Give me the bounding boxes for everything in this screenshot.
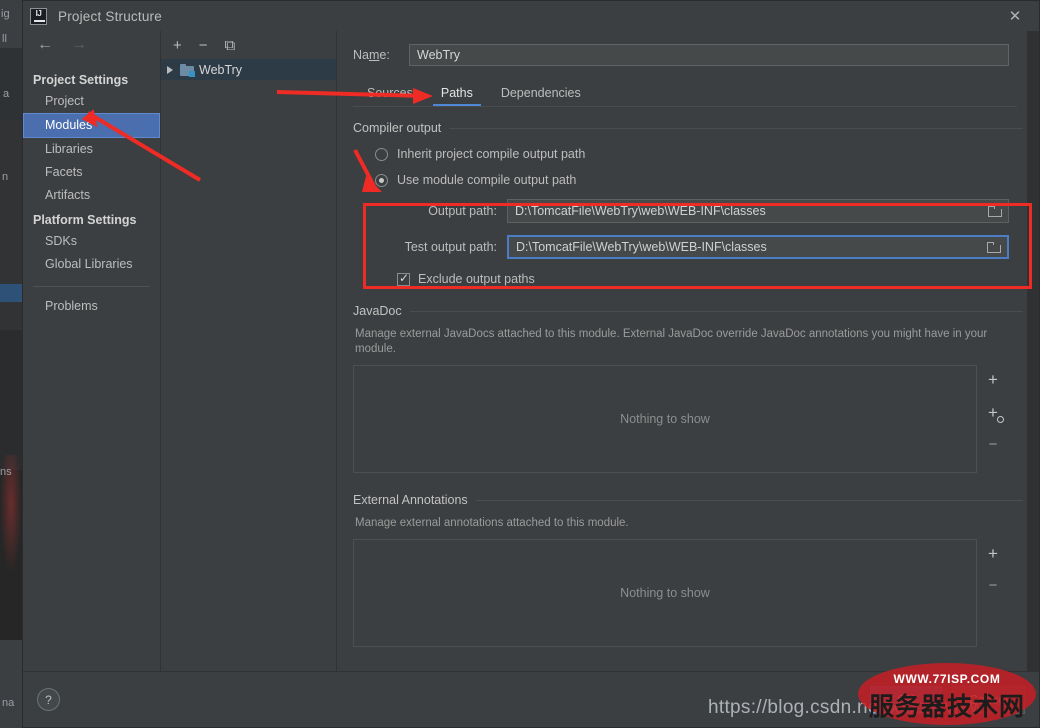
section-divider [476,500,1023,501]
output-path-field[interactable]: D:\TomcatFile\WebTry\web\WEB-INF\classes [507,199,1009,223]
external-annotations-add-button[interactable]: + [988,545,998,562]
ok-button[interactable]: OK [870,686,942,714]
background-fragment: ns [0,466,12,478]
sidebar-item-project[interactable]: Project [23,90,160,113]
javadoc-add-from-web-button[interactable]: + [988,404,998,421]
sidebar-item-facets[interactable]: Facets [23,161,160,184]
sidebar-item-libraries[interactable]: Libraries [23,138,160,161]
output-path-row: Output path: D:\TomcatFile\WebTry\web\WE… [353,199,1023,223]
javadoc-add-button[interactable]: + [988,371,998,388]
radio-button-icon[interactable] [375,174,388,187]
module-tree-toolbar: + − ⧉ [161,31,336,59]
compiler-output-title: Compiler output [353,121,441,135]
javadoc-list[interactable]: Nothing to show [353,365,977,473]
module-tree-pane: + − ⧉ WebTry [161,31,337,671]
background-fragment: n [2,171,8,183]
module-name-label: Name: [353,48,409,62]
background-fragment: ll [2,33,7,45]
javadoc-section: JavaDoc Manage external JavaDocs attache… [353,304,1023,473]
section-divider [410,311,1023,312]
module-tree-node-label: WebTry [199,63,242,77]
output-path-label: Output path: [353,204,507,218]
external-annotations-list-buttons: + − [977,539,1009,647]
exclude-output-paths-label: Exclude output paths [418,272,535,286]
background-fragment: a [3,88,9,100]
output-path-value: D:\TomcatFile\WebTry\web\WEB-INF\classes [508,204,982,218]
sidebar-item-problems[interactable]: Problems [23,295,160,318]
sidebar-group-project-settings: Project Settings [23,67,160,90]
module-tree-node-webtry[interactable]: WebTry [161,59,336,80]
external-annotations-remove-button[interactable]: − [989,578,998,593]
sidebar-item-modules[interactable]: Modules [23,113,160,138]
tab-paths[interactable]: Paths [427,82,487,107]
add-module-icon[interactable]: + [173,38,182,53]
sidebar-item-sdks[interactable]: SDKs [23,230,160,253]
checkbox-icon[interactable] [397,273,410,286]
radio-inherit-label: Inherit project compile output path [397,147,585,161]
radio-use-module-output[interactable]: Use module compile output path [375,173,1023,187]
compiler-output-section: Compiler output Inherit project compile … [353,121,1023,286]
sidebar-item-global-libraries[interactable]: Global Libraries [23,253,160,276]
javadoc-list-buttons: + + − [977,365,1009,473]
globe-icon [997,416,1004,423]
cancel-button[interactable]: Cancel [952,686,1025,714]
background-fragment: ig [1,8,10,20]
forward-arrow-icon[interactable]: → [71,37,87,53]
external-annotations-section: External Annotations Manage external ann… [353,493,1023,647]
copy-module-icon[interactable]: ⧉ [225,38,236,53]
dialog-footer: ? OK Cancel [23,671,1039,727]
settings-sidebar: ← → Project Settings Project Modules Lib… [23,31,161,671]
help-button[interactable]: ? [37,688,60,711]
folder-icon [988,206,1002,217]
javadoc-empty-text: Nothing to show [620,412,710,426]
sidebar-item-artifacts[interactable]: Artifacts [23,184,160,207]
nav-history-toolbar: ← → [23,31,160,59]
external-annotations-title: External Annotations [353,493,468,507]
output-path-browse-button[interactable] [982,200,1008,222]
test-output-path-row: Test output path: D:\TomcatFile\WebTry\w… [353,235,1023,259]
intellij-idea-icon: IJ [30,8,47,25]
module-tabs: Sources Paths Dependencies [353,82,1031,107]
sidebar-divider [33,286,150,287]
radio-use-module-label: Use module compile output path [397,173,576,187]
external-annotations-description: Manage external annotations attached to … [355,516,1023,531]
content-scrollbar[interactable] [1027,31,1039,671]
background-fragment: na [2,697,14,709]
radio-inherit-project-output[interactable]: Inherit project compile output path [375,147,1023,161]
close-icon[interactable]: ✕ [1003,5,1027,27]
remove-module-icon[interactable]: − [199,38,208,53]
tabs-baseline [353,106,1017,107]
background-selection [0,284,22,302]
module-folder-icon [180,64,194,76]
test-output-path-browse-button[interactable] [981,237,1007,257]
module-settings-panel: Name: WebTry Sources Paths Dependencies … [337,31,1039,671]
dialog-titlebar: IJ Project Structure ✕ [23,1,1039,31]
project-structure-dialog: IJ Project Structure ✕ ← → Project Setti… [22,0,1040,728]
folder-icon [987,242,1001,253]
javadoc-description: Manage external JavaDocs attached to thi… [355,327,1023,357]
module-tree: WebTry [161,59,336,671]
javadoc-title: JavaDoc [353,304,402,318]
dialog-title: Project Structure [58,9,162,24]
tab-dependencies[interactable]: Dependencies [487,82,595,107]
radio-button-icon[interactable] [375,148,388,161]
exclude-output-paths-checkbox[interactable]: Exclude output paths [397,272,1023,286]
tab-sources[interactable]: Sources [353,82,427,107]
test-output-path-value: D:\TomcatFile\WebTry\web\WEB-INF\classes [509,240,981,254]
module-name-row: Name: WebTry [345,31,1031,66]
external-annotations-empty-text: Nothing to show [620,586,710,600]
back-arrow-icon[interactable]: ← [37,37,53,53]
test-output-path-label: Test output path: [353,240,507,254]
section-divider [449,128,1023,129]
external-annotations-list[interactable]: Nothing to show [353,539,977,647]
expander-triangle-icon[interactable] [167,66,173,74]
test-output-path-field[interactable]: D:\TomcatFile\WebTry\web\WEB-INF\classes [507,235,1009,259]
javadoc-remove-button[interactable]: − [989,437,998,452]
module-name-input[interactable]: WebTry [409,44,1009,66]
sidebar-list: Project Settings Project Modules Librari… [23,59,160,671]
sidebar-group-platform-settings: Platform Settings [23,207,160,230]
